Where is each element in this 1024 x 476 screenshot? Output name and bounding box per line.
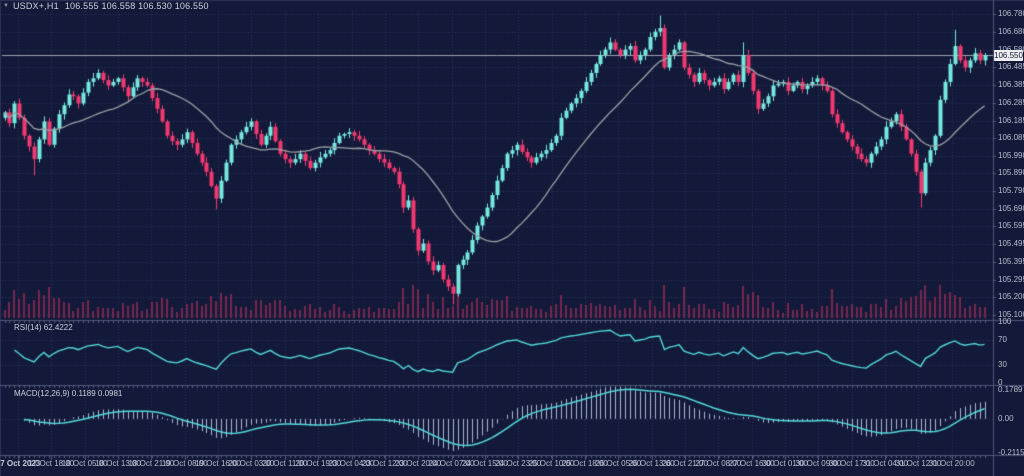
- rsi-axis-label: 30: [998, 360, 1007, 369]
- price-axis-label: 106.485: [998, 62, 1024, 71]
- price-axis-label: 105.495: [998, 239, 1024, 248]
- symbol-period-label: USDX+,H1: [13, 1, 59, 11]
- price-axis-label: 105.395: [998, 257, 1024, 266]
- chart-canvas[interactable]: [0, 0, 1024, 476]
- price-axis-label: 105.890: [998, 168, 1024, 177]
- price-axis-label: 105.295: [998, 275, 1024, 284]
- rsi-indicator-label: RSI(14) 62.4222: [14, 323, 73, 332]
- time-axis-label: 31 Oct 20:00: [929, 459, 975, 468]
- price-axis-label: 105.595: [998, 221, 1024, 230]
- price-axis-label: 106.085: [998, 133, 1024, 142]
- chart-title-row: ▼ USDX+,H1 106.555 106.558 106.530 106.55…: [3, 1, 209, 11]
- price-axis-label: 105.200: [998, 292, 1024, 301]
- chart-title: USDX+,H1 106.555 106.558 106.530 106.550: [13, 1, 209, 11]
- macd-axis-label: -0.2115: [998, 448, 1024, 457]
- rsi-axis-label: 70: [998, 335, 1007, 344]
- rsi-axis-label: 100: [998, 317, 1011, 326]
- chart-window: ▼ USDX+,H1 106.555 106.558 106.530 106.55…: [0, 0, 1024, 476]
- macd-indicator-label: MACD(12,26,9) 0.1189 0.0981: [14, 389, 122, 398]
- price-axis-label: 106.680: [998, 27, 1024, 36]
- price-axis-label: 105.690: [998, 204, 1024, 213]
- price-axis-label: 106.185: [998, 116, 1024, 125]
- macd-axis-label: 0.00: [998, 414, 1014, 423]
- price-axis-label: 106.780: [998, 9, 1024, 18]
- current-price-tag: 106.550: [994, 50, 1023, 61]
- price-axis[interactable]: 106.780106.680106.580106.485106.385106.2…: [994, 0, 1024, 476]
- ohlc-values-label: 106.555 106.558 106.530 106.550: [65, 1, 209, 11]
- price-axis-label: 106.385: [998, 80, 1024, 89]
- collapse-triangle-icon[interactable]: ▼: [3, 2, 9, 10]
- macd-axis-label: 0.1789: [998, 385, 1022, 394]
- price-axis-label: 105.990: [998, 151, 1024, 160]
- time-axis[interactable]: 17 Oct 202317 Oct 18:0018 Oct 05:0018 Oc…: [0, 456, 993, 476]
- price-axis-label: 106.285: [998, 98, 1024, 107]
- price-axis-label: 105.790: [998, 186, 1024, 195]
